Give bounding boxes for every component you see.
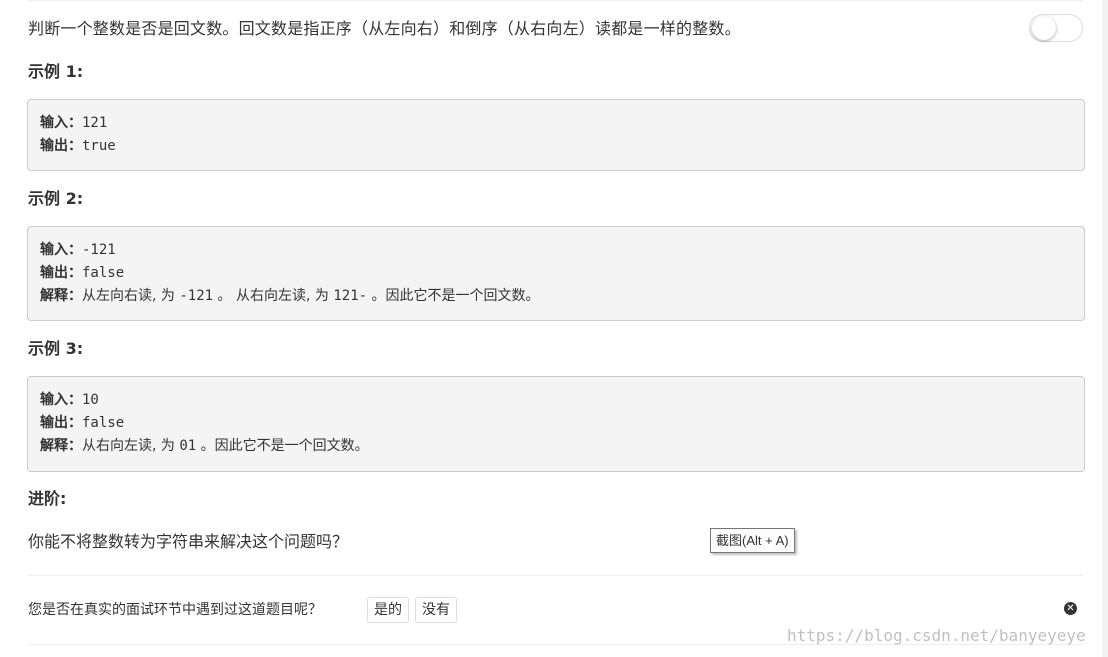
section-divider (28, 575, 1083, 576)
example-2-heading: 示例 2: (28, 189, 84, 208)
input-value: 10 (82, 392, 99, 408)
explanation-text: 从左向右读, 为 (82, 288, 180, 304)
watermark-text: https://blog.csdn.net/banyeyeye (787, 626, 1086, 645)
example-3-code-block: 输入：10 输出：false 解释：从右向左读, 为 01 。因此它不是一个回文… (27, 376, 1085, 472)
advanced-question: 你能不将整数转为字符串来解决这个问题吗？ (28, 532, 349, 551)
scrollbar-track[interactable] (1102, 0, 1108, 657)
toggle-switch[interactable] (1029, 14, 1083, 42)
example-3-output-line: 输出：false (40, 412, 1072, 435)
survey-no-button[interactable]: 没有 (415, 597, 457, 623)
screenshot-tooltip: 截图(Alt + A) (710, 528, 795, 553)
explanation-code: -121 (179, 288, 214, 304)
example-1-code-block: 输入：121 输出：true (27, 99, 1085, 171)
example-1-heading: 示例 1: (28, 62, 84, 81)
toggle-knob (1032, 16, 1056, 40)
close-icon[interactable]: ✕ (1064, 602, 1077, 615)
output-value: true (82, 138, 116, 154)
explanation-code: 01 (179, 438, 197, 454)
top-divider (28, 0, 1083, 1)
explanation-code: 121- (333, 288, 368, 304)
advanced-heading: 进阶: (28, 489, 67, 508)
output-label: 输出： (40, 265, 82, 281)
output-label: 输出： (40, 415, 82, 431)
explanation-text: 从右向左读, 为 (82, 438, 180, 454)
example-3-input-line: 输入：10 (40, 389, 1072, 412)
input-label: 输入： (40, 115, 82, 131)
example-3-heading: 示例 3: (28, 339, 84, 358)
explanation-label: 解释： (40, 438, 82, 454)
example-1-output-line: 输出：true (40, 135, 1072, 158)
output-label: 输出： (40, 138, 82, 154)
problem-description: 判断一个整数是否是回文数。回文数是指正序（从左向右）和倒序（从右向左）读都是一样… (28, 19, 741, 38)
example-2-code-block: 输入：-121 输出：false 解释：从左向右读, 为 -121 。 从右向左… (27, 226, 1085, 321)
input-label: 输入： (40, 242, 82, 258)
example-3-explanation-line: 解释：从右向左读, 为 01 。因此它不是一个回文数。 (40, 435, 1072, 458)
output-value: false (82, 415, 125, 431)
input-label: 输入： (40, 392, 82, 408)
explanation-text: 。 从右向左读, 为 (213, 288, 334, 304)
example-1-input-line: 输入：121 (40, 112, 1072, 135)
explanation-label: 解释： (40, 288, 82, 304)
example-2-input-line: 输入：-121 (40, 239, 1072, 262)
survey-question: 您是否在真实的面试环节中遇到过这道题目呢？ (28, 602, 322, 618)
input-value: -121 (82, 242, 116, 258)
example-2-explanation-line: 解释：从左向右读, 为 -121 。 从右向左读, 为 121- 。因此它不是一… (40, 285, 1072, 308)
example-2-output-line: 输出：false (40, 262, 1072, 285)
input-value: 121 (82, 115, 108, 131)
output-value: false (82, 265, 125, 281)
explanation-text: 。因此它不是一个回文数。 (367, 288, 540, 304)
explanation-text: 。因此它不是一个回文数。 (196, 438, 369, 454)
survey-yes-button[interactable]: 是的 (367, 597, 409, 623)
